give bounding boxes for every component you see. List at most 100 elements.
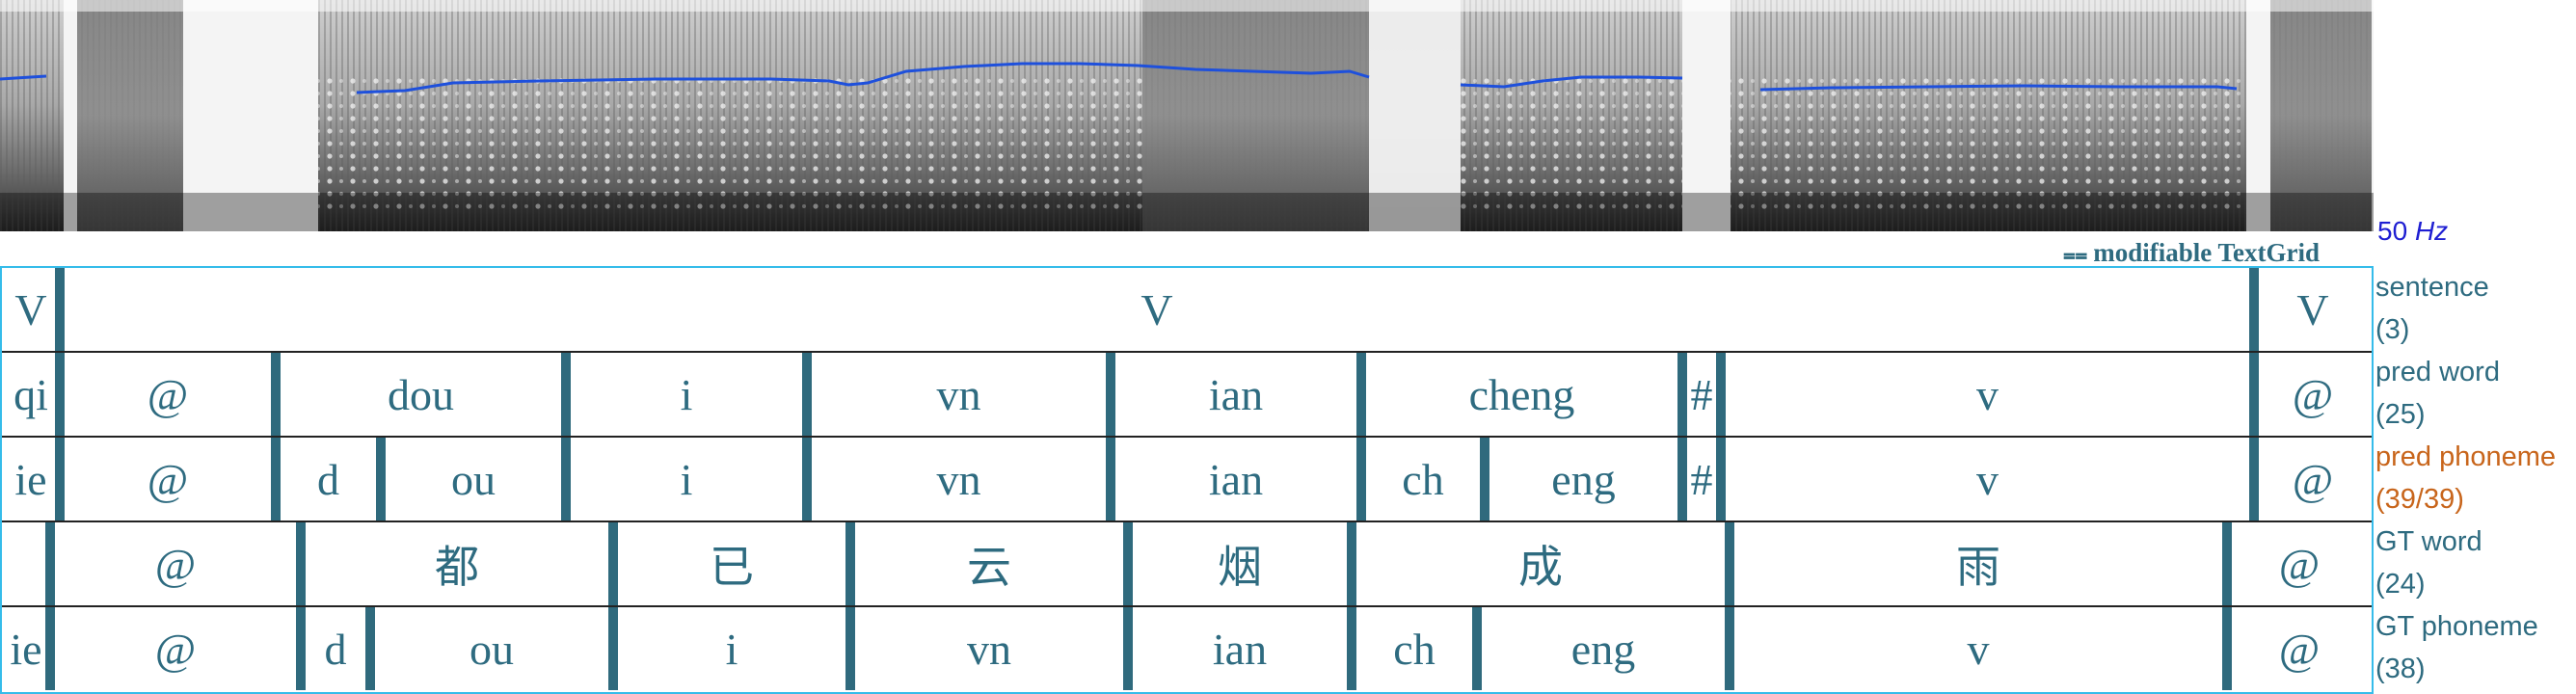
interval[interactable]: 雨 [1730,522,2227,605]
interval-boundary[interactable] [1347,607,1356,690]
textgrid-editor[interactable]: V V Vqi @ dou i vn ian cheng # v @ ie @ d ou i vn ian ch eng… [0,266,2374,694]
tier-GT-word[interactable]: @ 都已云烟成雨 @ [2,522,2372,605]
interval-boundary[interactable] [45,607,55,690]
interval-boundary[interactable] [55,268,65,351]
interval-boundary[interactable] [1106,438,1115,520]
tier-sentence[interactable]: VVV [2,268,2372,351]
interval[interactable]: ou [370,607,613,690]
interval[interactable]: eng [1485,438,1682,520]
interval[interactable]: ie [2,438,60,520]
tier-pred-phoneme[interactable]: ie @ d ou i vn ian ch eng # v @ [2,438,2372,520]
interval[interactable]: @ [50,607,301,690]
tier-name-GT-phoneme[interactable]: GT phoneme (38) [2375,605,2538,690]
interval-boundary[interactable] [1725,607,1734,690]
interval-boundary[interactable] [45,522,55,605]
interval[interactable]: @ [50,522,301,605]
interval[interactable]: qi [2,353,60,436]
interval-boundary[interactable] [376,438,386,520]
interval[interactable]: v [1721,353,2254,436]
interval-boundary[interactable] [2249,268,2259,351]
interval[interactable]: ou [381,438,566,520]
interval-boundary[interactable] [296,522,306,605]
interval-boundary[interactable] [1356,353,1366,436]
interval[interactable]: @ [2227,607,2372,690]
interval[interactable]: v [1721,438,2254,520]
interval[interactable]: 已 [613,522,850,605]
interval-boundary[interactable] [1677,353,1687,436]
interval-boundary[interactable] [1123,522,1133,605]
interval[interactable]: d [301,607,370,690]
interval[interactable]: V [2,268,60,351]
interval[interactable]: ch [1361,438,1485,520]
interval-boundary[interactable] [2249,438,2259,520]
interval-boundary[interactable] [271,438,281,520]
interval-boundary[interactable] [365,607,375,690]
interval[interactable]: ian [1111,353,1361,436]
tier-GT-phoneme[interactable]: ie @ d ou i vn ian ch eng v @ [2,607,2372,690]
interval[interactable]: i [613,607,850,690]
tier-name-pred-phoneme[interactable]: pred phoneme (39/39) [2375,436,2556,520]
interval-boundary[interactable] [296,607,306,690]
tier-count: (38) [2375,654,2426,684]
interval-boundary[interactable] [1725,522,1734,605]
interval[interactable]: vn [850,607,1128,690]
interval-boundary[interactable] [561,353,571,436]
interval-boundary[interactable] [1106,353,1115,436]
tier-name-sentence[interactable]: sentence (3) [2375,266,2489,351]
interval[interactable] [2,522,50,605]
interval[interactable]: i [566,353,807,436]
interval-boundary[interactable] [1677,438,1687,520]
interval[interactable]: i [566,438,807,520]
interval[interactable]: V [60,268,2254,351]
tier-name-GT-word[interactable]: GT word (24) [2375,520,2482,605]
interval-boundary[interactable] [1472,607,1482,690]
interval[interactable]: @ [2254,353,2372,436]
interval[interactable]: dou [276,353,566,436]
interval[interactable]: @ [2254,438,2372,520]
interval-boundary[interactable] [2222,522,2232,605]
interval-boundary[interactable] [608,607,618,690]
interval-boundary[interactable] [845,607,855,690]
interval-boundary[interactable] [55,438,65,520]
interval[interactable]: @ [60,353,276,436]
interval[interactable]: 成 [1352,522,1730,605]
interval-boundary[interactable] [561,438,571,520]
interval-boundary[interactable] [1123,607,1133,690]
interval[interactable]: vn [807,438,1111,520]
spectrogram[interactable] [0,0,2374,231]
interval-boundary[interactable] [2222,607,2232,690]
interval[interactable]: ie [2,607,50,690]
interval[interactable]: @ [2227,522,2372,605]
interval[interactable]: ch [1352,607,1477,690]
interval[interactable]: d [276,438,381,520]
interval[interactable]: # [1682,353,1721,436]
tier-title: GT word [2375,526,2482,557]
interval[interactable]: eng [1477,607,1730,690]
interval-boundary[interactable] [1716,438,1726,520]
interval[interactable]: @ [60,438,276,520]
interval[interactable]: 云 [850,522,1128,605]
interval-boundary[interactable] [55,353,65,436]
tier-name-pred-word[interactable]: pred word (25) [2375,351,2500,436]
interval[interactable]: ian [1128,607,1352,690]
interval-boundary[interactable] [1716,353,1726,436]
interval-boundary[interactable] [2249,353,2259,436]
interval[interactable]: 都 [301,522,613,605]
interval[interactable]: V [2254,268,2372,351]
interval-boundary[interactable] [1480,438,1489,520]
interval[interactable]: 烟 [1128,522,1352,605]
interval-boundary[interactable] [802,353,812,436]
interval[interactable]: # [1682,438,1721,520]
interval-boundary[interactable] [1356,438,1366,520]
interval-boundary[interactable] [271,353,281,436]
interval-boundary[interactable] [608,522,618,605]
interval-boundary[interactable] [845,522,855,605]
tier-count: (25) [2375,399,2426,430]
interval[interactable]: v [1730,607,2227,690]
interval[interactable]: ian [1111,438,1361,520]
interval[interactable]: cheng [1361,353,1682,436]
interval[interactable]: vn [807,353,1111,436]
tier-pred-word[interactable]: qi @ dou i vn ian cheng # v @ [2,353,2372,436]
interval-boundary[interactable] [1347,522,1356,605]
interval-boundary[interactable] [802,438,812,520]
